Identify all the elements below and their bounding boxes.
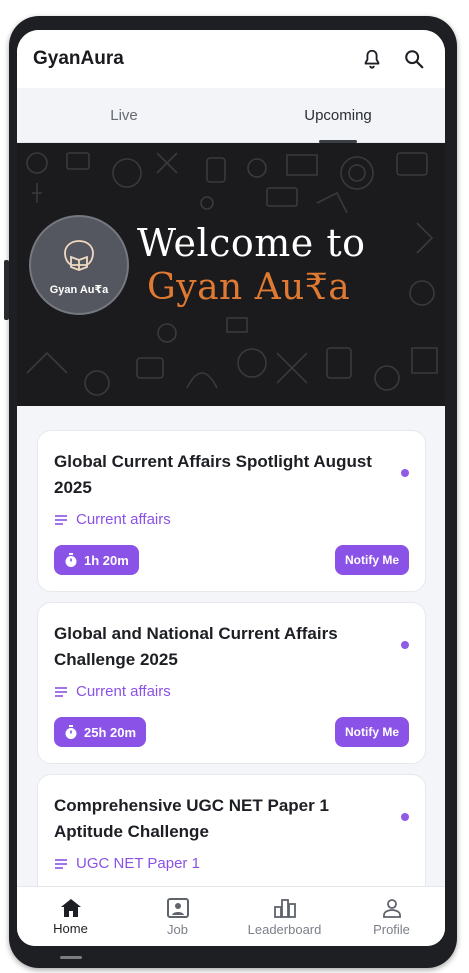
- nav-job[interactable]: Job: [124, 887, 231, 946]
- banner-brand: Gyan Au₹a: [147, 267, 351, 308]
- duration-badge: 25h 20m: [54, 717, 147, 747]
- card-title: Comprehensive UGC NET Paper 1 Aptitude C…: [54, 796, 329, 841]
- duration-text: 25h 20m: [84, 724, 137, 740]
- category-label: Current affairs: [76, 683, 171, 700]
- list-icon: [55, 686, 67, 697]
- profile-icon: [382, 898, 401, 918]
- brain-book-icon: [64, 239, 94, 271]
- system-home-indicator: [60, 956, 82, 959]
- card-title: Global Current Affairs Spotlight August …: [54, 452, 372, 497]
- nav-profile[interactable]: Profile: [338, 887, 445, 946]
- welcome-banner: Gyan Au₹a Welcome to Gyan Au₹a: [17, 143, 445, 406]
- app-bar: GyanAura: [17, 30, 445, 88]
- nav-home[interactable]: Home: [17, 887, 124, 946]
- bottom-navigation: Home Job Leaderboard Profile: [17, 886, 445, 946]
- job-icon: [166, 897, 189, 918]
- card-title: Global and National Current Affairs Chal…: [54, 624, 338, 669]
- contest-card[interactable]: Global and National Current Affairs Chal…: [37, 602, 426, 764]
- status-dot: [401, 641, 409, 649]
- bell-icon[interactable]: [357, 44, 387, 74]
- leaderboard-icon: [273, 898, 296, 918]
- side-button: [4, 260, 9, 320]
- logo-text: Gyan Au₹a: [49, 283, 109, 296]
- category-label: Current affairs: [76, 511, 171, 528]
- card-category: Current affairs: [54, 683, 409, 700]
- stopwatch-icon: [65, 552, 77, 567]
- stopwatch-icon: [65, 724, 77, 739]
- status-dot: [401, 813, 409, 821]
- contest-card[interactable]: Comprehensive UGC NET Paper 1 Aptitude C…: [37, 774, 426, 886]
- status-dot: [401, 469, 409, 477]
- card-category: Current affairs: [54, 511, 409, 528]
- nav-leaderboard[interactable]: Leaderboard: [231, 887, 338, 946]
- card-footer: 1h 20m Notify Me: [54, 545, 409, 575]
- banner-heading: Welcome to: [137, 221, 366, 265]
- nav-label: Job: [167, 921, 188, 937]
- nav-label: Home: [53, 920, 88, 936]
- app-screen: GyanAura Live Upcoming Gyan Au₹a Welcome…: [17, 30, 445, 946]
- brand-logo: Gyan Au₹a: [29, 215, 129, 315]
- contest-card[interactable]: Global Current Affairs Spotlight August …: [37, 430, 426, 592]
- card-footer: 25h 20m Notify Me: [54, 717, 409, 747]
- card-category: UGC NET Paper 1: [54, 855, 409, 872]
- list-icon: [55, 858, 67, 869]
- tab-upcoming[interactable]: Upcoming: [231, 88, 445, 143]
- duration-badge: 1h 20m: [54, 545, 139, 575]
- tab-live[interactable]: Live: [17, 88, 231, 142]
- list-icon: [55, 514, 67, 525]
- notify-me-button[interactable]: Notify Me: [335, 545, 409, 575]
- home-icon: [60, 898, 81, 917]
- search-icon[interactable]: [399, 44, 429, 74]
- category-label: UGC NET Paper 1: [76, 855, 200, 872]
- upcoming-list: Global Current Affairs Spotlight August …: [17, 406, 445, 886]
- tab-bar: Live Upcoming: [17, 88, 445, 143]
- app-title: GyanAura: [33, 48, 124, 69]
- notify-me-button[interactable]: Notify Me: [335, 717, 409, 747]
- nav-label: Leaderboard: [247, 921, 322, 937]
- duration-text: 1h 20m: [84, 552, 129, 568]
- nav-label: Profile: [373, 921, 410, 937]
